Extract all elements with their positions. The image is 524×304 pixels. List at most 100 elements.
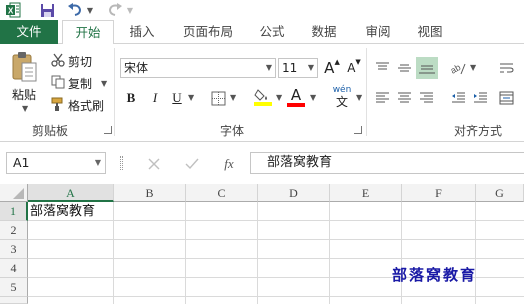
- formula-input[interactable]: 部落窝教育: [250, 152, 524, 174]
- tab-file[interactable]: 文件: [0, 20, 58, 44]
- phonetic-char: 文: [335, 95, 348, 109]
- clipboard-launcher-icon[interactable]: [104, 126, 112, 134]
- grid-line: [257, 202, 258, 304]
- column-header-f[interactable]: F: [402, 184, 476, 202]
- tab-view[interactable]: 视图: [408, 20, 452, 44]
- name-box[interactable]: A1 ▼: [6, 152, 106, 174]
- save-icon[interactable]: [38, 1, 56, 19]
- tab-insert[interactable]: 插入: [120, 20, 164, 44]
- orientation-icon[interactable]: ab: [448, 58, 468, 78]
- column-header-a[interactable]: A: [28, 184, 114, 202]
- format-painter-label[interactable]: 格式刷: [68, 97, 104, 114]
- row-header-6[interactable]: [0, 297, 28, 304]
- align-left-icon[interactable]: [372, 88, 392, 108]
- align-top-icon[interactable]: [372, 58, 392, 78]
- svg-text:ab: ab: [449, 62, 462, 76]
- fill-color-dropdown-icon[interactable]: ▼: [276, 93, 282, 102]
- copy-label[interactable]: 复制: [68, 75, 92, 92]
- format-painter-icon[interactable]: [50, 96, 66, 112]
- tab-formulas[interactable]: 公式: [250, 20, 294, 44]
- undo-icon[interactable]: [66, 1, 84, 19]
- underline-button[interactable]: U: [168, 88, 186, 108]
- grid-line: [185, 202, 186, 304]
- phonetic-dropdown-icon[interactable]: ▼: [356, 93, 362, 102]
- row-header-1[interactable]: 1: [0, 202, 28, 221]
- tab-review[interactable]: 审阅: [356, 20, 400, 44]
- cut-icon[interactable]: [50, 52, 66, 68]
- underline-dropdown-icon[interactable]: ▼: [188, 93, 194, 102]
- borders-icon[interactable]: [208, 88, 228, 108]
- grid-line: [28, 296, 524, 297]
- cut-label[interactable]: 剪切: [68, 53, 92, 70]
- orientation-dropdown-icon[interactable]: ▼: [470, 63, 476, 72]
- cell-a1[interactable]: 部落窝教育: [30, 203, 95, 221]
- insert-function-button[interactable]: fx: [218, 154, 240, 174]
- grid-line: [401, 202, 402, 304]
- copy-icon[interactable]: [50, 74, 66, 90]
- column-header-g[interactable]: G: [476, 184, 524, 202]
- shrink-font-button[interactable]: A ▼: [344, 58, 364, 78]
- copy-dropdown-icon[interactable]: ▼: [101, 79, 107, 88]
- phonetic-button[interactable]: wén 文: [328, 84, 356, 110]
- column-header-b[interactable]: B: [114, 184, 186, 202]
- font-color-button[interactable]: A: [286, 84, 306, 110]
- row-header-2[interactable]: 2: [0, 221, 28, 240]
- shrink-font-label: A: [347, 61, 356, 75]
- clipboard-group-label: 剪贴板: [32, 124, 69, 138]
- row-header-5[interactable]: 5: [0, 278, 28, 297]
- phonetic-pinyin: wén: [332, 85, 352, 95]
- font-size-combo[interactable]: 11 ▼: [278, 58, 318, 78]
- column-header-d[interactable]: D: [258, 184, 330, 202]
- borders-dropdown-icon[interactable]: ▼: [230, 93, 236, 102]
- increase-indent-icon[interactable]: [470, 88, 490, 108]
- caret-down-icon: ▼: [355, 58, 361, 66]
- formula-bar-grip[interactable]: [120, 156, 123, 170]
- group-separator: [366, 48, 367, 136]
- font-color-letter: A: [290, 86, 302, 104]
- redo-dropdown-icon[interactable]: ▼: [126, 1, 134, 19]
- grow-font-button[interactable]: A ▲: [322, 58, 342, 78]
- redo-icon[interactable]: [106, 1, 124, 19]
- column-header-e[interactable]: E: [330, 184, 402, 202]
- grid-line: [329, 202, 330, 304]
- font-color-dropdown-icon[interactable]: ▼: [310, 93, 316, 102]
- decrease-indent-icon[interactable]: [448, 88, 468, 108]
- align-middle-icon[interactable]: [394, 58, 414, 78]
- font-name-combo[interactable]: 宋体 ▼: [120, 58, 276, 78]
- worksheet-grid[interactable]: A B C D E F G 1 2 3 4 5 部落窝教育 部落窝教育: [0, 184, 524, 304]
- selected-highlight: [416, 57, 438, 79]
- row-header-3[interactable]: 3: [0, 240, 28, 259]
- svg-text:X: X: [8, 7, 14, 16]
- tab-data[interactable]: 数据: [302, 20, 346, 44]
- font-name-value: 宋体: [124, 61, 149, 75]
- formula-bar: A1 ▼ fx 部落窝教育: [0, 142, 524, 184]
- row-header-4[interactable]: 4: [0, 259, 28, 278]
- align-center-icon[interactable]: [394, 88, 414, 108]
- grid-line: [113, 202, 114, 304]
- chevron-down-icon[interactable]: ▼: [308, 59, 314, 77]
- wrap-text-icon[interactable]: [496, 58, 516, 78]
- tab-page-layout[interactable]: 页面布局: [172, 20, 244, 44]
- alignment-group-label: 对齐方式: [454, 124, 503, 138]
- paste-label[interactable]: 粘贴: [12, 86, 36, 103]
- chevron-down-icon[interactable]: ▼: [266, 59, 272, 77]
- bold-button[interactable]: B: [122, 88, 140, 108]
- undo-dropdown-icon[interactable]: ▼: [86, 1, 94, 19]
- tab-home[interactable]: 开始: [62, 20, 114, 45]
- font-launcher-icon[interactable]: [354, 126, 362, 134]
- chevron-down-icon[interactable]: ▼: [95, 153, 101, 173]
- align-right-icon[interactable]: [416, 88, 436, 108]
- paste-icon[interactable]: [8, 50, 40, 84]
- align-bottom-icon[interactable]: [416, 57, 438, 79]
- grid-line: [28, 220, 524, 221]
- paste-dropdown-icon[interactable]: ▼: [22, 104, 28, 113]
- fill-color-icon[interactable]: [252, 86, 274, 108]
- cancel-icon[interactable]: [144, 154, 164, 174]
- enter-check-icon[interactable]: [182, 154, 202, 174]
- name-box-value: A1: [13, 155, 30, 170]
- watermark-text: 部落窝教育: [392, 266, 478, 284]
- select-all-corner[interactable]: [0, 184, 28, 202]
- column-header-c[interactable]: C: [186, 184, 258, 202]
- italic-button[interactable]: I: [146, 88, 164, 108]
- merge-center-icon[interactable]: [496, 88, 516, 108]
